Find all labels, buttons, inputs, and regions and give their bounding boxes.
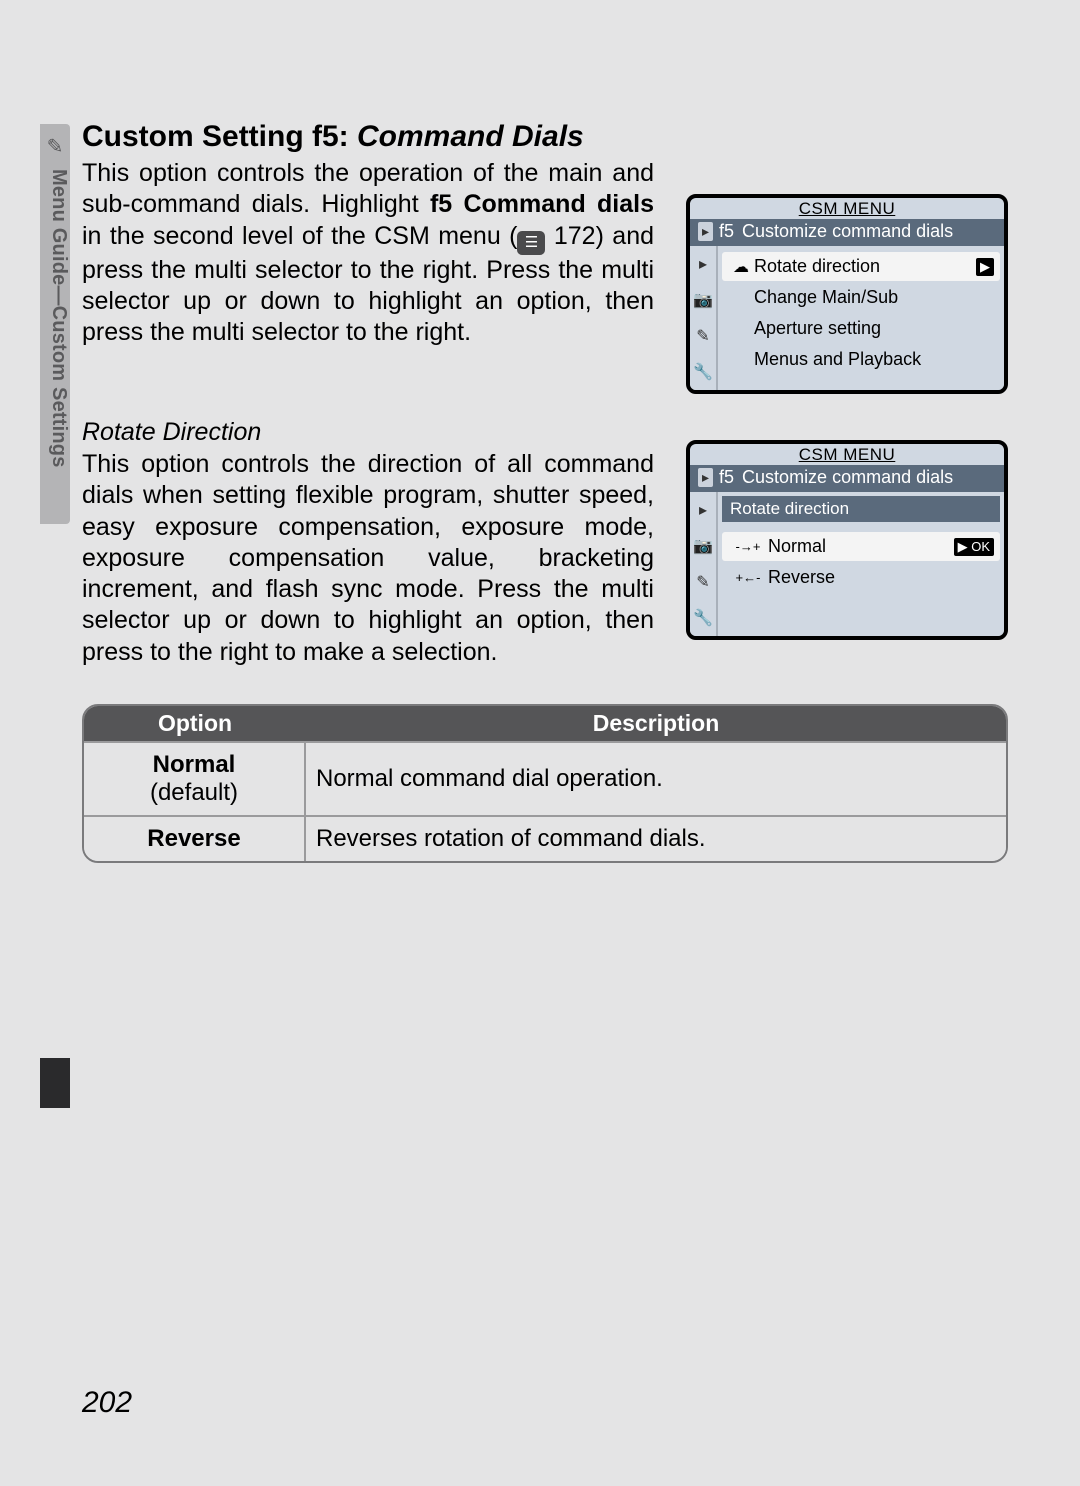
option-desc: Normal command dial operation.: [306, 741, 1006, 815]
lcd2-row: +←- Reverse: [722, 563, 1000, 592]
section-tab: ✎ Menu Guide—Custom Settings: [40, 124, 70, 524]
intro-bold: f5 Command dials: [430, 190, 654, 218]
title-emphasis: Command Dials: [357, 120, 584, 153]
lcd-side-icon: ▸: [690, 246, 716, 282]
camera-sliders-icon: ☰: [517, 231, 545, 255]
option-name: Reverse: [147, 825, 240, 852]
option-desc: Reverses rotation of command dials.: [306, 815, 1006, 861]
lcd1-row-label: Change Main/Sub: [754, 287, 994, 308]
table-row: Normal (default) Normal command dial ope…: [84, 741, 1006, 815]
page: ✎ Menu Guide—Custom Settings Custom Sett…: [0, 0, 1080, 1486]
lcd-side-icon: 🔧: [690, 354, 716, 390]
lcd2-title: CSM MENU: [690, 444, 1004, 465]
page-number: 202: [82, 1386, 132, 1420]
ok-label: OK: [971, 539, 990, 554]
page-title: Custom Setting f5: Command Dials: [82, 120, 1008, 154]
lcd-screenshot-1: CSM MENU ▸ f5 Customize command dials ▸ …: [686, 194, 1008, 394]
thumb-index-bar: [40, 1058, 70, 1108]
lcd-side-icon: ✎: [690, 318, 716, 354]
lcd2-code: f5: [719, 467, 734, 488]
options-header-option: Option: [84, 706, 306, 741]
lcd1-header: ▸ f5 Customize command dials: [690, 219, 1004, 246]
normal-direction-icon: -→+: [728, 539, 768, 554]
title-prefix: Custom Setting f5:: [82, 120, 357, 153]
lcd2-row: -→+ Normal ▶ OK: [722, 532, 1000, 561]
lcd1-row: ☁ Rotate direction ▶: [722, 252, 1000, 281]
section-tab-label: Menu Guide—Custom Settings: [40, 169, 70, 529]
select-arrow-icon: ▶: [976, 258, 994, 276]
pencil-icon: ✎: [40, 132, 70, 162]
options-header-desc: Description: [306, 706, 1006, 741]
lcd-side-icon: ✎: [690, 564, 716, 600]
lcd2-subtitle: Rotate direction: [722, 496, 1000, 522]
options-table: Option Description Normal (default) Norm…: [82, 704, 1008, 863]
option-default: (default): [150, 779, 238, 806]
select-arrow-icon: ▶ OK: [954, 538, 994, 556]
lcd1-title: CSM MENU: [690, 198, 1004, 219]
lcd-side-icon: 📷: [690, 528, 716, 564]
lcd-side-icon: 📷: [690, 282, 716, 318]
lcd2-row-label: Reverse: [768, 567, 994, 588]
lcd2-row-label: Normal: [768, 536, 954, 557]
lcd1-tag-icon: ▸: [698, 222, 713, 241]
lcd1-row-label: Menus and Playback: [754, 349, 994, 370]
lcd1-row: Change Main/Sub: [722, 283, 1000, 312]
content: Custom Setting f5: Command Dials This op…: [82, 120, 1008, 863]
reverse-direction-icon: +←-: [728, 570, 768, 585]
lcd-side-icon: 🔧: [690, 600, 716, 636]
subheading-rotate-direction: Rotate Direction: [82, 418, 654, 447]
rotate-icon: ☁: [728, 257, 754, 277]
lcd2-header-text: Customize command dials: [742, 467, 953, 488]
rotate-direction-paragraph: This option controls the direction of al…: [82, 449, 654, 668]
lcd1-row: Aperture setting: [722, 314, 1000, 343]
lcd1-sidebar: ▸ 📷 ✎ 🔧: [690, 246, 718, 390]
option-name: Normal: [153, 751, 236, 778]
lcd1-code: f5: [719, 221, 734, 242]
lcd1-row: Menus and Playback: [722, 345, 1000, 374]
lcd1-header-text: Customize command dials: [742, 221, 953, 242]
intro-text-2: in the second level of the CSM menu (: [82, 222, 517, 250]
lcd-screenshot-2: CSM MENU ▸ f5 Customize command dials ▸ …: [686, 440, 1008, 640]
page-inner: ✎ Menu Guide—Custom Settings Custom Sett…: [40, 120, 1040, 1440]
lcd2-main: Rotate direction -→+ Normal ▶ OK +←- Rev…: [718, 492, 1004, 636]
lcd1-row-label: Aperture setting: [754, 318, 994, 339]
arrow-glyph: ▶: [958, 539, 968, 554]
table-row: Reverse Reverses rotation of command dia…: [84, 815, 1006, 861]
intro-paragraph: This option controls the operation of th…: [82, 158, 654, 348]
lcd2-sidebar: ▸ 📷 ✎ 🔧: [690, 492, 718, 636]
lcd2-header: ▸ f5 Customize command dials: [690, 465, 1004, 492]
lcd2-tag-icon: ▸: [698, 468, 713, 487]
lcd1-main: ☁ Rotate direction ▶ Change Main/Sub: [718, 246, 1004, 390]
lcd1-row-label: Rotate direction: [754, 256, 976, 277]
lcd-side-icon: ▸: [690, 492, 716, 528]
